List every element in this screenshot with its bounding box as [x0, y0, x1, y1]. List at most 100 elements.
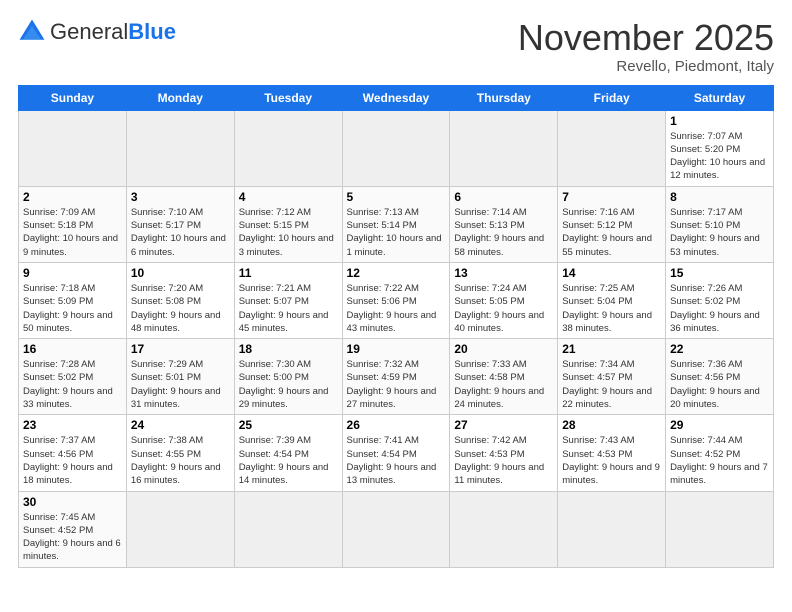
day-info: Sunrise: 7:13 AMSunset: 5:14 PMDaylight:…: [347, 206, 446, 259]
calendar-cell: [234, 491, 342, 567]
calendar-cell: [234, 110, 342, 186]
weekday-thursday: Thursday: [450, 85, 558, 110]
day-info: Sunrise: 7:22 AMSunset: 5:06 PMDaylight:…: [347, 282, 446, 335]
calendar-cell: 4 Sunrise: 7:12 AMSunset: 5:15 PMDaylight…: [234, 186, 342, 262]
day-info: Sunrise: 7:10 AMSunset: 5:17 PMDaylight:…: [131, 206, 230, 259]
calendar-cell: 30 Sunrise: 7:45 AMSunset: 4:52 PMDayligh…: [19, 491, 127, 567]
calendar-cell: 14 Sunrise: 7:25 AMSunset: 5:04 PMDayligh…: [558, 262, 666, 338]
day-info: Sunrise: 7:33 AMSunset: 4:58 PMDaylight:…: [454, 358, 553, 411]
day-info: Sunrise: 7:20 AMSunset: 5:08 PMDaylight:…: [131, 282, 230, 335]
weekday-wednesday: Wednesday: [342, 85, 450, 110]
day-info: Sunrise: 7:42 AMSunset: 4:53 PMDaylight:…: [454, 434, 553, 487]
day-info: Sunrise: 7:39 AMSunset: 4:54 PMDaylight:…: [239, 434, 338, 487]
calendar-cell: 28Sunrise: 7:43 AMSunset: 4:53 PMDayligh…: [558, 415, 666, 491]
calendar-cell: 29 Sunrise: 7:44 AMSunset: 4:52 PMDayligh…: [666, 415, 774, 491]
day-info: Sunrise: 7:24 AMSunset: 5:05 PMDaylight:…: [454, 282, 553, 335]
day-number: 24: [131, 418, 230, 432]
day-number: 11: [239, 266, 338, 280]
day-number: 14: [562, 266, 661, 280]
calendar-cell: 17Sunrise: 7:29 AMSunset: 5:01 PMDayligh…: [126, 339, 234, 415]
day-number: 30: [23, 495, 122, 509]
day-info: Sunrise: 7:30 AMSunset: 5:00 PMDaylight:…: [239, 358, 338, 411]
calendar-cell: 21Sunrise: 7:34 AMSunset: 4:57 PMDayligh…: [558, 339, 666, 415]
weekday-tuesday: Tuesday: [234, 85, 342, 110]
day-number: 28: [562, 418, 661, 432]
calendar-cell: 23 Sunrise: 7:37 AMSunset: 4:56 PMDayligh…: [19, 415, 127, 491]
weekday-header-row: SundayMondayTuesdayWednesdayThursdayFrid…: [19, 85, 774, 110]
calendar-cell: 1Sunrise: 7:07 AMSunset: 5:20 PMDaylight…: [666, 110, 774, 186]
weekday-sunday: Sunday: [19, 85, 127, 110]
day-info: Sunrise: 7:12 AMSunset: 5:15 PMDaylight:…: [239, 206, 338, 259]
calendar-cell: 12Sunrise: 7:22 AMSunset: 5:06 PMDayligh…: [342, 262, 450, 338]
calendar-cell: 16 Sunrise: 7:28 AMSunset: 5:02 PMDayligh…: [19, 339, 127, 415]
day-info: Sunrise: 7:25 AMSunset: 5:04 PMDaylight:…: [562, 282, 661, 335]
calendar-cell: 20 Sunrise: 7:33 AMSunset: 4:58 PMDayligh…: [450, 339, 558, 415]
calendar-page: GeneralBlue November 2025 Revello, Piedm…: [0, 0, 792, 612]
logo-text: GeneralBlue: [50, 19, 176, 45]
day-number: 21: [562, 342, 661, 356]
day-info: Sunrise: 7:26 AMSunset: 5:02 PMDaylight:…: [670, 282, 769, 335]
logo: GeneralBlue: [18, 18, 176, 46]
weekday-monday: Monday: [126, 85, 234, 110]
calendar-cell: 22 Sunrise: 7:36 AMSunset: 4:56 PMDayligh…: [666, 339, 774, 415]
logo-icon: [18, 18, 46, 46]
day-number: 3: [131, 190, 230, 204]
calendar-cell: [450, 491, 558, 567]
day-number: 18: [239, 342, 338, 356]
day-info: Sunrise: 7:36 AMSunset: 4:56 PMDaylight:…: [670, 358, 769, 411]
calendar-cell: 3 Sunrise: 7:10 AMSunset: 5:17 PMDaylight…: [126, 186, 234, 262]
calendar-cell: 2Sunrise: 7:09 AMSunset: 5:18 PMDaylight…: [19, 186, 127, 262]
day-number: 6: [454, 190, 553, 204]
day-number: 8: [670, 190, 769, 204]
day-number: 27: [454, 418, 553, 432]
weekday-friday: Friday: [558, 85, 666, 110]
day-number: 20: [454, 342, 553, 356]
calendar-cell: 27 Sunrise: 7:42 AMSunset: 4:53 PMDayligh…: [450, 415, 558, 491]
calendar-cell: [450, 110, 558, 186]
day-number: 1: [670, 114, 769, 128]
day-number: 13: [454, 266, 553, 280]
calendar-cell: 13 Sunrise: 7:24 AMSunset: 5:05 PMDayligh…: [450, 262, 558, 338]
calendar-cell: [342, 110, 450, 186]
day-number: 2: [23, 190, 122, 204]
calendar-cell: [126, 110, 234, 186]
day-number: 16: [23, 342, 122, 356]
calendar-cell: 25Sunrise: 7:39 AMSunset: 4:54 PMDayligh…: [234, 415, 342, 491]
calendar-cell: 18 Sunrise: 7:30 AMSunset: 5:00 PMDayligh…: [234, 339, 342, 415]
day-info: Sunrise: 7:28 AMSunset: 5:02 PMDaylight:…: [23, 358, 122, 411]
calendar-cell: [558, 491, 666, 567]
day-number: 29: [670, 418, 769, 432]
day-info: Sunrise: 7:21 AMSunset: 5:07 PMDaylight:…: [239, 282, 338, 335]
day-number: 22: [670, 342, 769, 356]
day-number: 4: [239, 190, 338, 204]
calendar-cell: [558, 110, 666, 186]
day-info: Sunrise: 7:38 AMSunset: 4:55 PMDaylight:…: [131, 434, 230, 487]
calendar-cell: 11 Sunrise: 7:21 AMSunset: 5:07 PMDayligh…: [234, 262, 342, 338]
calendar-header: GeneralBlue November 2025 Revello, Piedm…: [18, 18, 774, 75]
calendar-cell: [666, 491, 774, 567]
day-info: Sunrise: 7:32 AMSunset: 4:59 PMDaylight:…: [347, 358, 446, 411]
day-number: 23: [23, 418, 122, 432]
location: Revello, Piedmont, Italy: [518, 58, 774, 75]
day-number: 5: [347, 190, 446, 204]
calendar-week-1: 1Sunrise: 7:07 AMSunset: 5:20 PMDaylight…: [19, 110, 774, 186]
calendar-cell: 6 Sunrise: 7:14 AMSunset: 5:13 PMDaylight…: [450, 186, 558, 262]
calendar-week-2: 2Sunrise: 7:09 AMSunset: 5:18 PMDaylight…: [19, 186, 774, 262]
day-number: 10: [131, 266, 230, 280]
day-info: Sunrise: 7:18 AMSunset: 5:09 PMDaylight:…: [23, 282, 122, 335]
calendar-cell: [342, 491, 450, 567]
day-info: Sunrise: 7:45 AMSunset: 4:52 PMDaylight:…: [23, 511, 122, 564]
calendar-week-4: 16 Sunrise: 7:28 AMSunset: 5:02 PMDayligh…: [19, 339, 774, 415]
weekday-saturday: Saturday: [666, 85, 774, 110]
calendar-cell: 9Sunrise: 7:18 AMSunset: 5:09 PMDaylight…: [19, 262, 127, 338]
day-info: Sunrise: 7:29 AMSunset: 5:01 PMDaylight:…: [131, 358, 230, 411]
calendar-cell: 5 Sunrise: 7:13 AMSunset: 5:14 PMDaylight…: [342, 186, 450, 262]
calendar-week-6: 30 Sunrise: 7:45 AMSunset: 4:52 PMDayligh…: [19, 491, 774, 567]
calendar-cell: [126, 491, 234, 567]
calendar-week-5: 23 Sunrise: 7:37 AMSunset: 4:56 PMDayligh…: [19, 415, 774, 491]
day-info: Sunrise: 7:37 AMSunset: 4:56 PMDaylight:…: [23, 434, 122, 487]
day-info: Sunrise: 7:44 AMSunset: 4:52 PMDaylight:…: [670, 434, 769, 487]
calendar-cell: 24 Sunrise: 7:38 AMSunset: 4:55 PMDayligh…: [126, 415, 234, 491]
calendar-cell: 15Sunrise: 7:26 AMSunset: 5:02 PMDayligh…: [666, 262, 774, 338]
day-info: Sunrise: 7:14 AMSunset: 5:13 PMDaylight:…: [454, 206, 553, 259]
